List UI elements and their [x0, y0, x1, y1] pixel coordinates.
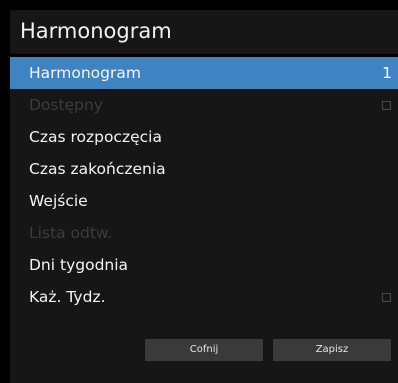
menu-item-available: Dostępny	[10, 89, 398, 121]
menu-item-label: Dostępny	[29, 96, 103, 114]
menu-item-label: Wejście	[29, 192, 88, 210]
menu-item-end-time[interactable]: Czas zakończenia	[10, 153, 398, 185]
menu-item-label: Harmonogram	[29, 64, 141, 82]
menu-item-input[interactable]: Wejście	[10, 185, 398, 217]
menu-item-label: Dni tygodnia	[29, 256, 129, 274]
menu-item-label: Czas rozpoczęcia	[29, 128, 162, 146]
available-checkbox	[382, 101, 391, 110]
menu-item-label: Lista odtw.	[29, 224, 113, 242]
save-button[interactable]: Zapisz	[273, 339, 391, 361]
menu-item-days-of-week[interactable]: Dni tygodnia	[10, 249, 398, 281]
menu-item-start-time[interactable]: Czas rozpoczęcia	[10, 121, 398, 153]
back-button[interactable]: Cofnij	[145, 339, 263, 361]
schedule-number-value: 1	[382, 64, 392, 82]
menu-item-schedule[interactable]: Harmonogram 1	[10, 57, 398, 89]
every-week-checkbox[interactable]	[382, 293, 391, 302]
menu-item-every-week[interactable]: Każ. Tydz.	[10, 281, 398, 313]
menu-item-playlist: Lista odtw.	[10, 217, 398, 249]
dialog-title: Harmonogram	[20, 19, 172, 43]
menu-item-label: Każ. Tydz.	[29, 288, 106, 306]
menu-item-label: Czas zakończenia	[29, 160, 166, 178]
schedule-dialog: Harmonogram Harmonogram 1 Dostępny Czas …	[10, 10, 398, 383]
